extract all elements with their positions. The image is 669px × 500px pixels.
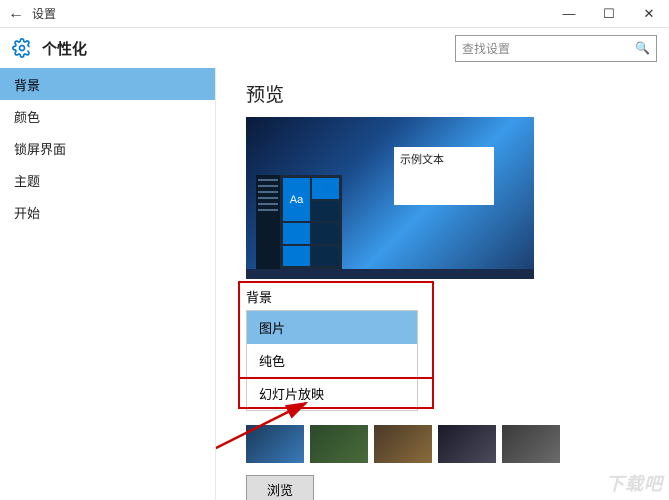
page-title: 个性化: [42, 38, 87, 59]
wallpaper-thumb[interactable]: [310, 425, 368, 463]
sidebar-item-label: 颜色: [14, 107, 40, 126]
sidebar-item-label: 主题: [14, 171, 40, 190]
minimize-button[interactable]: —: [549, 0, 589, 28]
desktop-preview: Aa 示例文本: [246, 117, 534, 279]
watermark: 下载吧: [606, 470, 663, 496]
close-button[interactable]: ✕: [629, 0, 669, 28]
gear-icon: [12, 38, 32, 58]
back-button[interactable]: ←: [0, 5, 32, 23]
titlebar: ← 设置 — ☐ ✕: [0, 0, 669, 28]
background-dropdown[interactable]: 图片 纯色 幻灯片放映: [246, 310, 418, 411]
header: 个性化 查找设置 🔍: [0, 28, 669, 68]
preview-sample-window: 示例文本: [394, 147, 494, 205]
preview-taskbar: [246, 269, 534, 279]
app-title: 设置: [32, 5, 549, 22]
dropdown-option-slideshow[interactable]: 幻灯片放映: [247, 377, 417, 410]
sidebar-item-label: 背景: [14, 75, 40, 94]
preview-start-menu: Aa: [256, 175, 342, 269]
sidebar-item-label: 开始: [14, 203, 40, 222]
sidebar: 背景 颜色 锁屏界面 主题 开始: [0, 68, 216, 500]
sidebar-item-themes[interactable]: 主题: [0, 164, 215, 196]
background-label: 背景: [246, 287, 446, 306]
sidebar-item-label: 锁屏界面: [14, 139, 66, 158]
main-content: 预览 Aa 示例文本 背景 图片 纯色 幻灯片放映: [216, 68, 669, 500]
preview-tile-aa: Aa: [283, 178, 310, 221]
wallpaper-thumb[interactable]: [374, 425, 432, 463]
wallpaper-thumb[interactable]: [502, 425, 560, 463]
wallpaper-thumb[interactable]: [246, 425, 304, 463]
browse-button[interactable]: 浏览: [246, 475, 314, 500]
wallpaper-thumb[interactable]: [438, 425, 496, 463]
sidebar-item-colors[interactable]: 颜色: [0, 100, 215, 132]
option-label: 图片: [259, 318, 285, 337]
preview-title: 预览: [246, 80, 649, 107]
sidebar-item-start[interactable]: 开始: [0, 196, 215, 228]
option-label: 幻灯片放映: [259, 384, 324, 403]
dropdown-option-picture[interactable]: 图片: [247, 311, 417, 344]
search-placeholder: 查找设置: [462, 40, 510, 57]
search-icon: 🔍: [635, 41, 650, 55]
maximize-button[interactable]: ☐: [589, 0, 629, 28]
sidebar-item-lockscreen[interactable]: 锁屏界面: [0, 132, 215, 164]
dropdown-option-solid[interactable]: 纯色: [247, 344, 417, 377]
wallpaper-thumbnails: [246, 425, 649, 463]
sidebar-item-background[interactable]: 背景: [0, 68, 215, 100]
option-label: 纯色: [259, 351, 285, 370]
search-input[interactable]: 查找设置 🔍: [455, 35, 657, 62]
